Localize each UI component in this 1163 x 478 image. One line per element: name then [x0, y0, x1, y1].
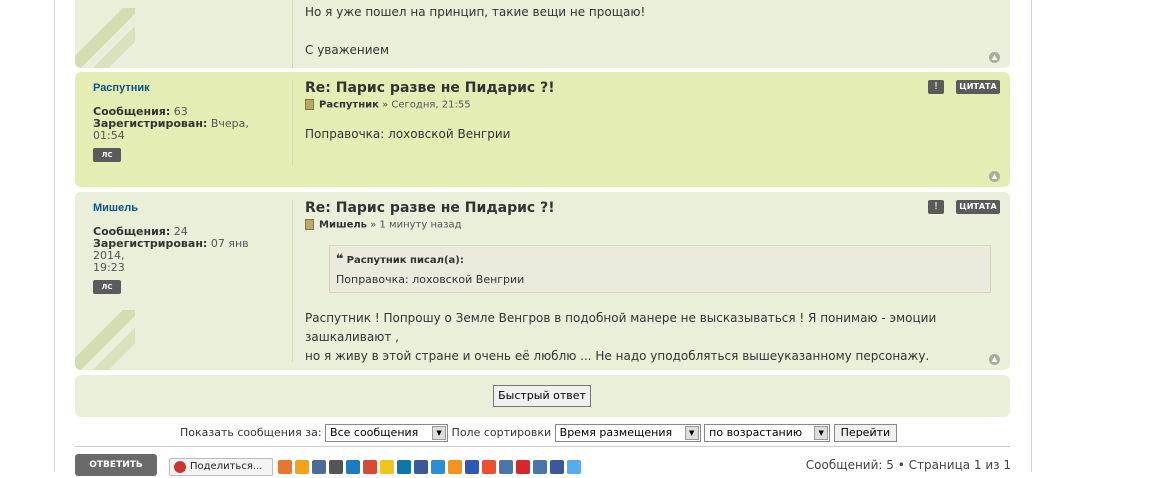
report-button[interactable]: ! [928, 200, 944, 214]
show-posts-value: Все сообщения [330, 426, 419, 439]
divider [75, 446, 1010, 447]
quote-cite: ❝ Распутник писал(а): [336, 252, 984, 267]
username-link[interactable]: Мишель [93, 202, 283, 214]
post-author-line: Распутник » Сегодня, 21:55 [305, 99, 998, 111]
back-to-top-icon[interactable]: ▲ [989, 171, 1000, 182]
page-wrapper: Но я уже пошел на принцип, такие вещи не… [54, 0, 1032, 476]
share-icon [174, 461, 186, 473]
pm-button[interactable]: ЛС [93, 148, 121, 162]
username-link[interactable]: Распутник [93, 82, 283, 94]
quote-button[interactable]: ЦИТАТА [956, 80, 1000, 94]
chevron-down-icon: ▼ [432, 426, 447, 440]
sort-order-select[interactable]: по возрастанию ▼ [704, 424, 831, 442]
pm-button[interactable]: ЛС [93, 280, 121, 294]
post-content-line: Распутник ! Попрошу о Земле Венгров в по… [305, 310, 937, 344]
show-posts-label: Показать сообщения за: [180, 426, 322, 439]
show-posts-select[interactable]: Все сообщения ▼ [325, 424, 449, 442]
post-icon[interactable] [305, 99, 314, 110]
chevron-down-icon: ▼ [814, 426, 829, 440]
post-previous: Но я уже пошел на принцип, такие вещи не… [75, 0, 1010, 68]
sort-field-label: Поле сортировки [451, 426, 552, 439]
post-body: Re: Парис разве не Пидарис ?! Мишель » 1… [292, 200, 998, 363]
post-buttons: ! ЦИТАТА [928, 200, 1000, 219]
post-body: Re: Парис разве не Пидарис ?! Распутник … [292, 80, 998, 165]
quote-block: ❝ Распутник писал(а): Поправочка: лоховск… [329, 244, 991, 293]
share-button[interactable]: Поделиться... [169, 458, 273, 476]
post-content-line: С уважением [305, 43, 389, 57]
chevron-down-icon: ▼ [684, 426, 699, 440]
quick-reply-panel: Быстрый ответ [75, 375, 1010, 417]
report-button[interactable]: ! [928, 80, 944, 94]
post-content: Но я уже пошел на принцип, такие вещи не… [305, 3, 998, 60]
post-buttons: ! ЦИТАТА [928, 80, 1000, 99]
post-content-line: Но я уже пошел на принцип, такие вещи не… [305, 5, 646, 19]
reply-button[interactable]: ОТВЕТИТЬ [75, 454, 157, 476]
post-title[interactable]: Re: Парис разве не Пидарис ?! [305, 200, 998, 216]
post-decoration [75, 8, 135, 68]
sort-order-value: по возрастанию [709, 426, 803, 439]
social-icons [278, 459, 584, 478]
quote-text: Поправочка: лоховской Венгрии [336, 272, 525, 286]
post-profile: Мишель Сообщения: 24 Зарегистрирован: 07… [93, 202, 283, 294]
quote-button[interactable]: ЦИТАТА [956, 200, 1000, 214]
post-author[interactable]: Мишель [319, 220, 367, 231]
post-author-line: Мишель » 1 минуту назад [305, 219, 998, 231]
registered-time: 19:23 [93, 261, 125, 274]
sort-field-value: Время размещения [559, 426, 673, 439]
post-content: Распутник ! Попрошу о Земле Венгров в по… [305, 309, 998, 366]
sort-bar: Показать сообщения за: Все сообщения ▼ По… [180, 424, 898, 442]
post-content: Поправочка: лоховской Венгрии [305, 126, 511, 141]
post-profile: Распутник Сообщения: 63 Зарегистрирован:… [93, 82, 283, 162]
quick-reply-button[interactable]: Быстрый ответ [493, 385, 591, 407]
post-rasputnik: Распутник Сообщения: 63 Зарегистрирован:… [75, 72, 1010, 187]
post-date: » Сегодня, 21:55 [382, 99, 471, 111]
share-label: Поделиться... [190, 461, 263, 472]
go-button[interactable]: Перейти [833, 424, 898, 442]
pagination-info: Сообщений: 5 • Страница 1 из 1 [805, 458, 1011, 472]
post-author[interactable]: Распутник [319, 100, 379, 111]
post-date: » 1 минуту назад [370, 219, 462, 231]
post-body: Но я уже пошел на принцип, такие вещи не… [292, 0, 998, 68]
back-to-top-icon[interactable]: ▲ [989, 52, 1000, 63]
post-mishel: Мишель Сообщения: 24 Зарегистрирован: 07… [75, 192, 1010, 370]
post-icon[interactable] [305, 219, 314, 230]
post-content-line: но я живу в этой стране и очень её люблю… [305, 348, 930, 363]
post-decoration [75, 310, 135, 370]
post-title[interactable]: Re: Парис разве не Пидарис ?! [305, 80, 998, 96]
sort-field-select[interactable]: Время размещения ▼ [554, 424, 701, 442]
quote-mark-icon: ❝ [336, 251, 344, 267]
back-to-top-icon[interactable]: ▲ [989, 354, 1000, 365]
quote-author: Распутник писал(а): [346, 254, 464, 266]
